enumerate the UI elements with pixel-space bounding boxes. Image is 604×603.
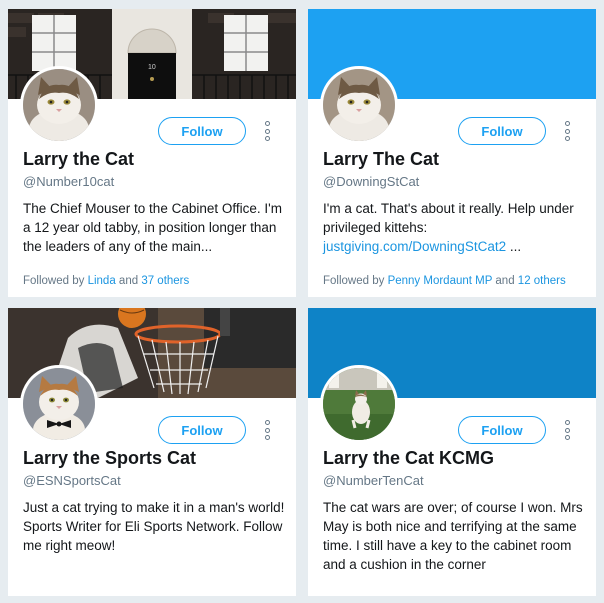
followed-by: Followed by Penny Mordaunt MP and 12 oth… (323, 275, 566, 287)
profile-name[interactable]: Larry the Cat (23, 149, 134, 170)
svg-text:10: 10 (148, 64, 156, 71)
avatar[interactable] (320, 66, 398, 144)
avatar[interactable] (20, 66, 98, 144)
followed-by-and: and (495, 275, 515, 287)
follow-button[interactable]: Follow (158, 416, 246, 444)
followed-by-others-link[interactable]: 12 others (518, 275, 566, 287)
profile-bio: I'm a cat. That's about it really. Help … (323, 199, 585, 256)
bio-link[interactable]: justgiving.com/DowningStCat2 (323, 239, 506, 254)
profile-name[interactable]: Larry the Sports Cat (23, 448, 196, 469)
profile-card[interactable]: Follow Larry the Sports Cat @ESNSportsCa… (8, 308, 296, 596)
profile-handle[interactable]: @ESNSportsCat (23, 473, 121, 488)
profile-card[interactable]: Follow Larry The Cat @DowningStCat I'm a… (308, 9, 596, 297)
follow-button[interactable]: Follow (458, 117, 546, 145)
bio-text: I'm a cat. That's about it really. Help … (323, 201, 574, 235)
profile-name[interactable]: Larry the Cat KCMG (323, 448, 494, 469)
profile-handle[interactable]: @Number10cat (23, 174, 114, 189)
followed-by-prefix: Followed by (23, 275, 85, 287)
profile-bio: The Chief Mouser to the Cabinet Office. … (23, 201, 282, 254)
profile-bio: Just a cat trying to make it in a man's … (23, 500, 285, 553)
more-options-icon[interactable] (260, 420, 274, 440)
profile-handle[interactable]: @NumberTenCat (323, 473, 424, 488)
avatar[interactable] (20, 365, 98, 443)
follow-button[interactable]: Follow (158, 117, 246, 145)
more-options-icon[interactable] (260, 121, 274, 141)
avatar[interactable] (320, 365, 398, 443)
followed-by-others-link[interactable]: 37 others (141, 275, 189, 287)
follow-button[interactable]: Follow (458, 416, 546, 444)
profile-name[interactable]: Larry The Cat (323, 149, 439, 170)
followed-by-prefix: Followed by (323, 275, 385, 287)
profile-card[interactable]: Follow Larry the Cat KCMG @NumberTenCat … (308, 308, 596, 596)
profile-bio: The cat wars are over; of course I won. … (323, 500, 583, 572)
profile-card[interactable]: 10 Follow Larry the Cat @Number10cat The… (8, 9, 296, 297)
followed-by-user-link[interactable]: Linda (88, 275, 116, 287)
bio-suffix: ... (509, 239, 522, 254)
followed-by: Followed by Linda and 37 others (23, 275, 189, 287)
more-options-icon[interactable] (560, 420, 574, 440)
followed-by-user-link[interactable]: Penny Mordaunt MP (388, 275, 493, 287)
more-options-icon[interactable] (560, 121, 574, 141)
followed-by-and: and (118, 275, 139, 287)
profile-handle[interactable]: @DowningStCat (323, 174, 419, 189)
